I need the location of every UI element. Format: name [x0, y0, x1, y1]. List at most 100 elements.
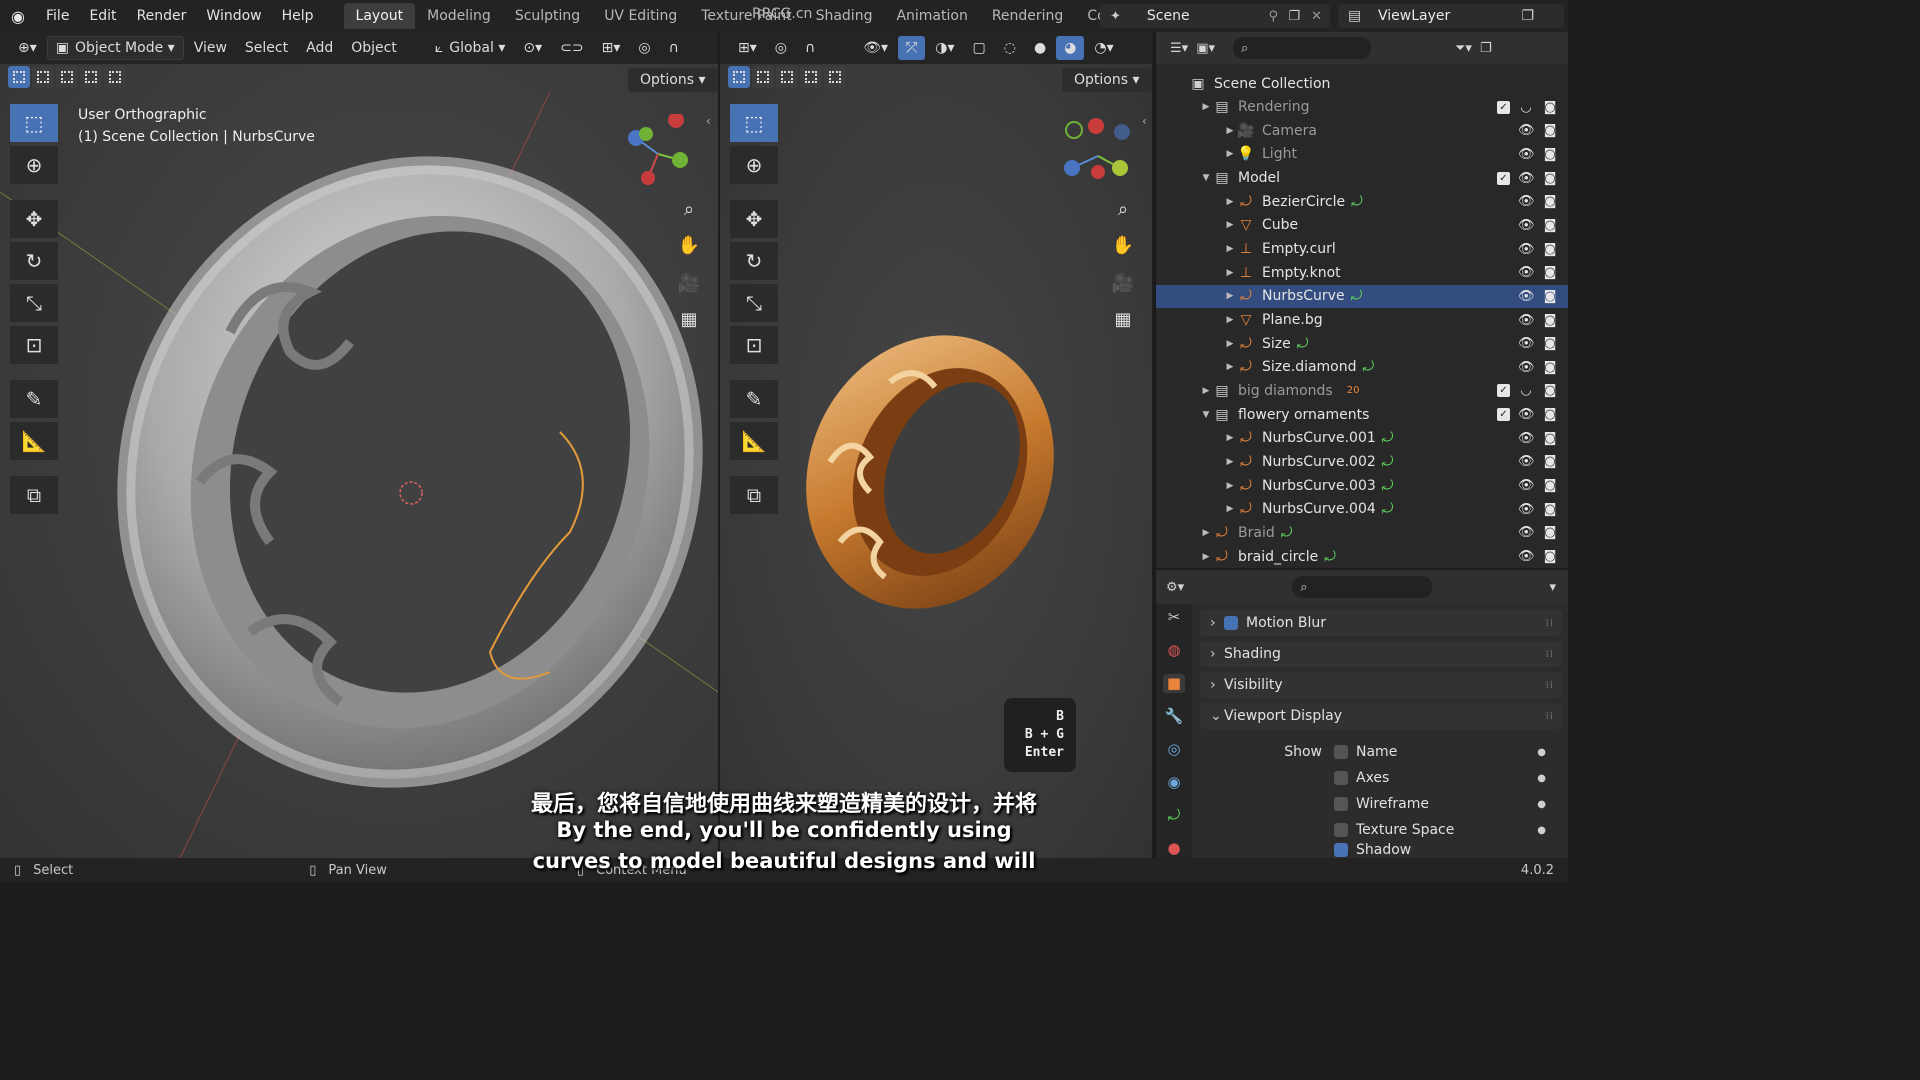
- drag-grip-icon[interactable]: ⁞⁞: [1546, 618, 1554, 629]
- render-camera-icon[interactable]: ◙: [1542, 383, 1558, 398]
- outliner-row[interactable]: ▶ ⤾ Braid ⤾ 👁 ◙: [1156, 521, 1568, 544]
- render-camera-icon[interactable]: ◙: [1542, 218, 1558, 233]
- outliner-row[interactable]: ▶ ⤾ NurbsCurve.004 ⤾ 👁 ◙: [1156, 498, 1568, 521]
- select-extend-icon-right[interactable]: [752, 66, 774, 88]
- outliner-row[interactable]: ▶ ⤾ braid_circle ⤾ 👁 ◙: [1156, 545, 1568, 568]
- eye-icon[interactable]: 👁: [1518, 194, 1535, 209]
- render-camera-icon[interactable]: ◙: [1542, 171, 1558, 186]
- panel-shading[interactable]: › Shading ⁞⁞: [1200, 641, 1562, 667]
- expand-right-icon[interactable]: ▶: [1224, 481, 1236, 491]
- eye-icon[interactable]: 👁: [1518, 265, 1535, 280]
- drag-grip-icon[interactable]: ⁞⁞: [1546, 680, 1554, 691]
- outliner-row[interactable]: ▶ ⤾ NurbsCurve ⤾ 👁 ◙: [1156, 284, 1568, 308]
- select-subtract-icon-right[interactable]: [776, 66, 798, 88]
- eye-icon[interactable]: 👁: [1518, 123, 1535, 138]
- show-axes-checkbox[interactable]: [1334, 771, 1348, 785]
- eye-icon[interactable]: 👁: [1518, 407, 1535, 422]
- material-shading-icon[interactable]: ◕: [1056, 36, 1085, 60]
- eye-icon[interactable]: 👁: [1518, 313, 1535, 328]
- move-tool-icon-right[interactable]: ✥: [730, 200, 778, 238]
- render-camera-icon[interactable]: ◙: [1542, 336, 1558, 351]
- render-camera-icon[interactable]: ◙: [1542, 549, 1558, 564]
- outliner-editor-icon[interactable]: ☰▾: [1170, 41, 1188, 56]
- select-new-icon-right[interactable]: [728, 66, 750, 88]
- tab-animation[interactable]: Animation: [884, 3, 979, 29]
- annotate-tool-icon[interactable]: ✎: [10, 380, 58, 418]
- move-tool-icon[interactable]: ✥: [10, 200, 58, 238]
- animate-dot-icon[interactable]: ●: [1537, 747, 1546, 758]
- render-camera-icon[interactable]: ◙: [1542, 360, 1558, 375]
- outliner-row[interactable]: ▶ ⤾ BezierCircle ⤾ 👁 ◙: [1156, 190, 1568, 213]
- visibility-icon[interactable]: 👁▾: [855, 36, 896, 60]
- measure-tool-icon[interactable]: 📐: [10, 422, 58, 460]
- outliner-row[interactable]: ▶ ▤ Rendering ✓ ◡ ◙: [1156, 96, 1568, 119]
- new-scene-icon[interactable]: ❐: [1288, 9, 1300, 24]
- xray-icon[interactable]: ▢: [965, 36, 994, 60]
- eye-icon[interactable]: 👁: [1518, 360, 1535, 375]
- eye-icon[interactable]: 👁: [1518, 289, 1535, 304]
- expand-right-icon[interactable]: ▶: [1200, 552, 1212, 562]
- outliner-row[interactable]: ▶ ⤾ NurbsCurve.001 ⤾ 👁 ◙: [1156, 427, 1568, 450]
- scale-tool-icon-right[interactable]: ⤡: [730, 284, 778, 322]
- select-invert-icon-right[interactable]: [800, 66, 822, 88]
- transform-tool-icon[interactable]: ⊡: [10, 326, 58, 364]
- properties-editor-icon[interactable]: ⚙▾: [1166, 580, 1184, 595]
- eye-icon[interactable]: 👁: [1518, 431, 1535, 446]
- render-camera-icon[interactable]: ◙: [1542, 454, 1558, 469]
- tab-modeling[interactable]: Modeling: [415, 3, 503, 29]
- expand-right-icon[interactable]: ▶: [1224, 197, 1236, 207]
- menu-help[interactable]: Help: [272, 0, 324, 32]
- tab-layout[interactable]: Layout: [343, 3, 416, 29]
- cursor-tool-icon[interactable]: ⊕: [10, 146, 58, 184]
- eye-icon[interactable]: ◡: [1518, 383, 1534, 398]
- add-cube-tool-icon-right[interactable]: ⧉: [730, 476, 778, 514]
- render-camera-icon[interactable]: ◙: [1542, 525, 1558, 540]
- expand-down-icon[interactable]: ▶: [1200, 386, 1212, 396]
- expand-right-icon[interactable]: ▶: [1224, 149, 1236, 159]
- expand-right-icon[interactable]: ▶: [1224, 268, 1236, 278]
- overlay-icon[interactable]: ◑▾: [927, 36, 962, 60]
- blender-logo-icon[interactable]: ◉: [0, 0, 36, 32]
- outliner-row[interactable]: ▶ ⊥ Empty.knot 👁 ◙: [1156, 261, 1568, 284]
- solid-shading-icon[interactable]: ●: [1026, 36, 1054, 60]
- zoom-icon-right[interactable]: ⌕: [1108, 194, 1138, 224]
- wireframe-shading-icon[interactable]: ◌: [996, 36, 1024, 60]
- expand-right-icon[interactable]: ▶: [1224, 315, 1236, 325]
- pan-hand-icon-right[interactable]: ✋: [1108, 230, 1138, 260]
- new-view-layer-icon[interactable]: ❐: [1521, 8, 1534, 24]
- show-name-checkbox[interactable]: [1334, 745, 1348, 759]
- panel-motion-blur[interactable]: › Motion Blur ⁞⁞: [1200, 610, 1562, 636]
- exclude-checkbox[interactable]: ✓: [1497, 100, 1510, 114]
- drag-grip-icon[interactable]: ⁞⁞: [1546, 649, 1554, 660]
- navigation-gizmo[interactable]: [618, 114, 708, 204]
- outliner-row[interactable]: ▶ ⊥ Empty.curl 👁 ◙: [1156, 238, 1568, 261]
- expand-down-icon[interactable]: ▼: [1200, 173, 1212, 183]
- outliner-row[interactable]: ▶ ▽ Cube 👁 ◙: [1156, 214, 1568, 237]
- eye-icon[interactable]: 👁: [1518, 171, 1535, 186]
- render-camera-icon[interactable]: ◙: [1542, 407, 1558, 422]
- collapse-sidebar-icon-right[interactable]: ‹: [1142, 114, 1147, 128]
- outliner-row[interactable]: ▶ ▤ big diamonds 20 ✓ ◡ ◙: [1156, 379, 1568, 402]
- rotate-tool-icon[interactable]: ↻: [10, 242, 58, 280]
- expand-right-icon[interactable]: ▶: [1224, 220, 1236, 230]
- tab-sculpting[interactable]: Sculpting: [503, 3, 592, 29]
- expand-right-icon[interactable]: ▶: [1224, 504, 1236, 514]
- eye-icon[interactable]: 👁: [1518, 549, 1535, 564]
- view-layer-selector[interactable]: ▤ ViewLayer ❐: [1338, 4, 1564, 28]
- menu-file[interactable]: File: [36, 0, 79, 32]
- render-camera-icon[interactable]: ◙: [1542, 242, 1558, 257]
- outliner-search-input[interactable]: ⌕: [1233, 37, 1371, 59]
- expand-right-icon[interactable]: ▶: [1224, 339, 1236, 349]
- tab-shading[interactable]: Shading: [804, 3, 885, 29]
- viewport-left[interactable]: ⊕▾ ▣ Object Mode ▾ View Select Add Object…: [0, 32, 718, 858]
- select-box-tool-icon-right[interactable]: ⬚: [730, 104, 778, 142]
- eye-icon[interactable]: 👁: [1518, 525, 1535, 540]
- collapse-sidebar-icon[interactable]: ‹: [706, 114, 711, 128]
- expand-right-icon[interactable]: ▶: [1200, 528, 1212, 538]
- navigation-gizmo-right[interactable]: [1060, 114, 1140, 194]
- measure-tool-icon-right[interactable]: 📐: [730, 422, 778, 460]
- scale-tool-icon[interactable]: ⤡: [10, 284, 58, 322]
- menu-edit[interactable]: Edit: [79, 0, 126, 32]
- render-camera-icon[interactable]: ◙: [1542, 123, 1558, 138]
- render-camera-icon[interactable]: ◙: [1542, 100, 1558, 115]
